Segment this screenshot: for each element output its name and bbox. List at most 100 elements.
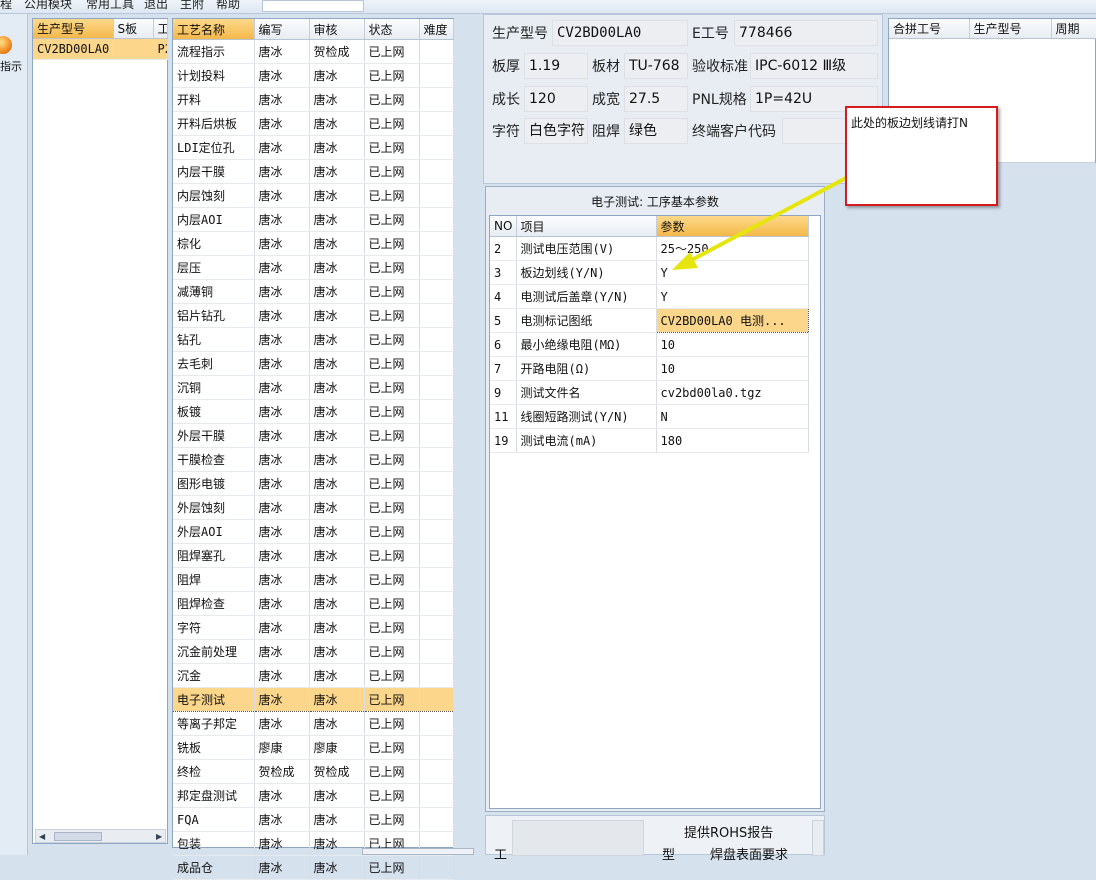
cell-status[interactable]: 已上网: [364, 399, 420, 424]
cell-reviewer[interactable]: 唐冰: [309, 831, 365, 856]
cell-reviewer[interactable]: 唐冰: [309, 183, 365, 208]
cell-status[interactable]: 已上网: [364, 543, 420, 568]
cell-reviewer[interactable]: 唐冰: [309, 135, 365, 160]
cell-reviewer[interactable]: 唐冰: [309, 303, 365, 328]
table-row[interactable]: 板镀 唐冰 唐冰 已上网: [173, 399, 454, 424]
cell-process-name[interactable]: 计划投料: [173, 63, 255, 88]
cell-difficulty[interactable]: [419, 87, 454, 112]
table-row[interactable]: 终检 贺检成 贺检成 已上网: [173, 759, 454, 784]
table-row[interactable]: 沉金 唐冰 唐冰 已上网: [173, 663, 454, 688]
table-row[interactable]: 4 电测试后盖章(Y/N) Y: [490, 284, 809, 309]
cell-status[interactable]: 已上网: [364, 591, 420, 616]
cell-process-name[interactable]: LDI定位孔: [173, 135, 255, 160]
cell-process-name[interactable]: 沉金: [173, 663, 255, 688]
cell-author[interactable]: 唐冰: [254, 495, 310, 520]
cell-author[interactable]: 唐冰: [254, 87, 310, 112]
cell-reviewer[interactable]: 唐冰: [309, 567, 365, 592]
table-row[interactable]: 开料 唐冰 唐冰 已上网: [173, 87, 454, 112]
cell-status[interactable]: 已上网: [364, 351, 420, 376]
table-row[interactable]: 外层AOI 唐冰 唐冰 已上网: [173, 519, 454, 544]
cell-reviewer[interactable]: 唐冰: [309, 207, 365, 232]
cell-process-name[interactable]: 沉金前处理: [173, 639, 255, 664]
table-row[interactable]: 邦定盘测试 唐冰 唐冰 已上网: [173, 783, 454, 808]
cell-status[interactable]: 已上网: [364, 639, 420, 664]
table-row[interactable]: 钻孔 唐冰 唐冰 已上网: [173, 327, 454, 352]
cell-difficulty[interactable]: [419, 495, 454, 520]
cell-process-name[interactable]: 铝片钻孔: [173, 303, 255, 328]
cell-status[interactable]: 已上网: [364, 135, 420, 160]
cell-reviewer[interactable]: 唐冰: [309, 855, 365, 880]
cell-author[interactable]: 唐冰: [254, 327, 310, 352]
cell-item[interactable]: 电测试后盖章(Y/N): [516, 284, 657, 309]
cell-difficulty[interactable]: [419, 807, 454, 832]
cell-author[interactable]: 唐冰: [254, 375, 310, 400]
cell-no[interactable]: 3: [490, 260, 517, 285]
cell-item[interactable]: 电测标记图纸: [516, 308, 657, 333]
cell-author[interactable]: 唐冰: [254, 831, 310, 856]
table-row[interactable]: 外层蚀刻 唐冰 唐冰 已上网: [173, 495, 454, 520]
cell-reviewer[interactable]: 唐冰: [309, 159, 365, 184]
cell-author[interactable]: 唐冰: [254, 279, 310, 304]
cell-process-name[interactable]: 外层干膜: [173, 423, 255, 448]
cell-status[interactable]: 已上网: [364, 735, 420, 760]
cell-reviewer[interactable]: 唐冰: [309, 639, 365, 664]
table-row[interactable]: 开料后烘板 唐冰 唐冰 已上网: [173, 111, 454, 136]
menu-search-box[interactable]: [262, 0, 364, 12]
cell-author[interactable]: 唐冰: [254, 159, 310, 184]
col-header-process-name[interactable]: 工艺名称: [173, 19, 255, 40]
cell-process-name[interactable]: 开料后烘板: [173, 111, 255, 136]
table-row[interactable]: 棕化 唐冰 唐冰 已上网: [173, 231, 454, 256]
table-row[interactable]: 电子测试 唐冰 唐冰 已上网: [173, 687, 454, 712]
cell-reviewer[interactable]: 贺检成: [309, 759, 365, 784]
table-row[interactable]: 5 电测标记图纸 CV2BD00LA0 电测...: [490, 308, 809, 333]
cell-status[interactable]: 已上网: [364, 663, 420, 688]
cell-reviewer[interactable]: 唐冰: [309, 87, 365, 112]
cell-status[interactable]: 已上网: [364, 447, 420, 472]
col-header-sboard[interactable]: S板: [113, 19, 154, 39]
cell-item[interactable]: 最小绝缘电阻(MΩ): [516, 332, 657, 357]
cell-param[interactable]: CV2BD00LA0 电测...: [655, 308, 809, 333]
cell-difficulty[interactable]: [419, 231, 454, 256]
cell-process-name[interactable]: 棕化: [173, 231, 255, 256]
cell-reviewer[interactable]: 贺检成: [309, 39, 365, 64]
cell-process-name[interactable]: 外层AOI: [173, 519, 255, 544]
cell-param[interactable]: Y: [656, 284, 809, 309]
cell-param[interactable]: 10: [656, 356, 809, 381]
table-row[interactable]: 减薄铜 唐冰 唐冰 已上网: [173, 279, 454, 304]
cell-author[interactable]: 唐冰: [254, 255, 310, 280]
cell-author[interactable]: 唐冰: [254, 783, 310, 808]
cell-process-name[interactable]: 阻焊检查: [173, 591, 255, 616]
cell-status[interactable]: 已上网: [364, 423, 420, 448]
table-row[interactable]: 等离子邦定 唐冰 唐冰 已上网: [173, 711, 454, 736]
cell-no[interactable]: 4: [490, 284, 517, 309]
cell-process-name[interactable]: 内层AOI: [173, 207, 255, 232]
cell-process-name[interactable]: 层压: [173, 255, 255, 280]
cell-status[interactable]: 已上网: [364, 87, 420, 112]
cell-author[interactable]: 唐冰: [254, 183, 310, 208]
cell-model[interactable]: CV2BD00LA0: [33, 38, 114, 60]
table-row[interactable]: 流程指示 唐冰 贺检成 已上网: [173, 39, 454, 64]
cell-author[interactable]: 唐冰: [254, 639, 310, 664]
cell-process-name[interactable]: 图形电镀: [173, 471, 255, 496]
cell-status[interactable]: 已上网: [364, 303, 420, 328]
cell-difficulty[interactable]: [419, 63, 454, 88]
cell-author[interactable]: 唐冰: [254, 351, 310, 376]
table-row[interactable]: 19 测试电流(mA) 180: [490, 428, 809, 453]
cell-difficulty[interactable]: [419, 351, 454, 376]
cell-status[interactable]: 已上网: [364, 471, 420, 496]
cell-status[interactable]: 已上网: [364, 327, 420, 352]
cell-status[interactable]: 已上网: [364, 279, 420, 304]
table-row[interactable]: 去毛刺 唐冰 唐冰 已上网: [173, 351, 454, 376]
cell-author[interactable]: 唐冰: [254, 519, 310, 544]
table-row[interactable]: 铣板 廖康 廖康 已上网: [173, 735, 454, 760]
cell-status[interactable]: 已上网: [364, 807, 420, 832]
cell-no[interactable]: 19: [490, 428, 517, 453]
scroll-left-icon[interactable]: ◀: [39, 832, 45, 841]
table-row[interactable]: 沉金前处理 唐冰 唐冰 已上网: [173, 639, 454, 664]
cell-author[interactable]: 廖康: [254, 735, 310, 760]
table-row[interactable]: 成品仓 唐冰 唐冰 已上网: [173, 855, 454, 880]
cell-no[interactable]: 6: [490, 332, 517, 357]
col-header-status[interactable]: 状态: [364, 19, 420, 40]
cell-reviewer[interactable]: 唐冰: [309, 471, 365, 496]
table-row[interactable]: 阻焊检查 唐冰 唐冰 已上网: [173, 591, 454, 616]
